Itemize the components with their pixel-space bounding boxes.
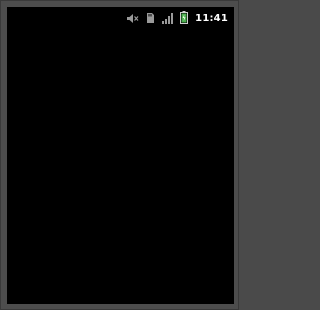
status-icons: 11:41 [126, 10, 228, 26]
screen: 11:41 [7, 7, 234, 304]
device-frame: 11:41 [0, 0, 239, 310]
clock-time: 11:41 [195, 12, 228, 24]
mute-icon [126, 9, 139, 28]
status-bar[interactable]: 11:41 [7, 7, 234, 29]
signal-icon [162, 9, 174, 28]
sd-card-icon [146, 9, 155, 28]
battery-icon [180, 9, 189, 28]
app-content-area[interactable] [7, 29, 234, 304]
